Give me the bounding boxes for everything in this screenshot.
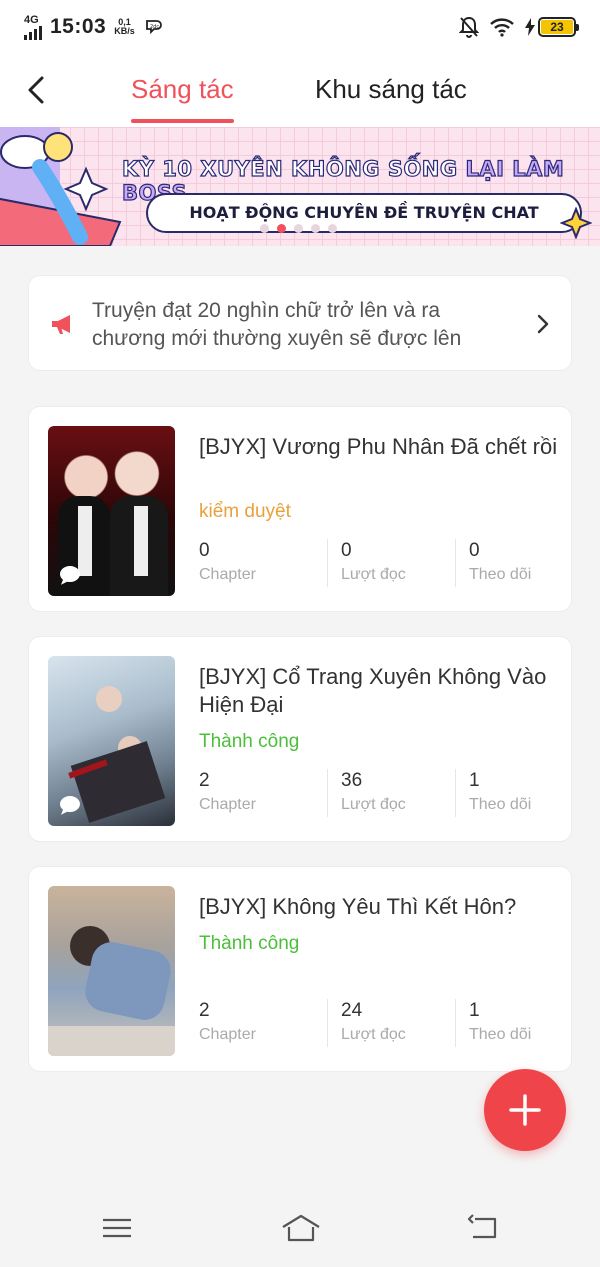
notice-text: Truyện đạt 20 nghìn chữ trở lên và ra ch… (92, 299, 462, 350)
banner-dot[interactable] (294, 224, 303, 233)
clock: 15:03 (50, 15, 107, 38)
network-type: 4G (24, 13, 39, 26)
follow-label: Theo dõi (469, 566, 532, 583)
megaphone-icon (52, 315, 70, 334)
tab-khu-sang-tac[interactable]: Khu sáng tác (315, 74, 467, 105)
story-stats: 0 Chapter 0 Lượt đọc 0 Theo dõi (199, 539, 583, 587)
story-stats: 2 Chapter 36 Lượt đọc 1 Theo dõi (199, 769, 583, 817)
tab-active-indicator (131, 119, 234, 123)
tab-sang-tac[interactable]: Sáng tác (131, 74, 234, 123)
story-title[interactable]: [BJYX] Vương Phu Nhân Đã chết rồi (199, 433, 559, 461)
banner-dot-active[interactable] (277, 224, 286, 233)
story-title[interactable]: [BJYX] Cổ Trang Xuyên Không Vào Hiện Đại (199, 663, 559, 719)
follow-count: 0 (469, 540, 480, 561)
banner-mascot-illustration (0, 127, 122, 246)
banner-dot[interactable] (260, 224, 269, 233)
chapter-count: 2 (199, 1000, 210, 1021)
read-label: Lượt đọc (341, 796, 406, 813)
plus-icon (509, 1094, 541, 1126)
read-label: Lượt đọc (341, 566, 406, 583)
chapter-count: 0 (199, 540, 210, 561)
network-speed: 0,1 KB/s (114, 17, 135, 36)
story-title[interactable]: [BJYX] Không Yêu Thì Kết Hôn? (199, 893, 559, 921)
story-card[interactable]: [BJYX] Cổ Trang Xuyên Không Vào Hiện Đại… (28, 636, 572, 842)
add-story-button[interactable] (484, 1069, 566, 1151)
follow-label: Theo dõi (469, 1026, 532, 1043)
banner-dot[interactable] (328, 224, 337, 233)
back-nav-icon[interactable] (465, 1213, 501, 1243)
story-card[interactable]: [BJYX] Vương Phu Nhân Đã chết rồi kiểm d… (28, 406, 572, 612)
read-count: 0 (341, 540, 352, 561)
read-label: Lượt đọc (341, 1026, 406, 1043)
banner-dot[interactable] (311, 224, 320, 233)
story-cover-image[interactable] (48, 656, 175, 826)
banner-pagination (260, 224, 337, 233)
story-cover-image[interactable] (48, 426, 175, 596)
wifi-icon (490, 18, 514, 37)
follow-count: 1 (469, 1000, 480, 1021)
story-status: kiểm duyệt (199, 501, 291, 522)
app-notification-icon: 2dc (145, 20, 162, 35)
story-stats: 2 Chapter 24 Lượt đọc 1 Theo dõi (199, 999, 583, 1047)
follow-label: Theo dõi (469, 796, 532, 813)
system-nav-bar (0, 1195, 600, 1267)
notice-card[interactable]: Truyện đạt 20 nghìn chữ trở lên và ra ch… (28, 275, 572, 371)
read-count: 24 (341, 1000, 363, 1021)
battery-level: 23 (541, 20, 573, 34)
banner-subtitle: HOẠT ĐỘNG CHUYÊN ĐỀ TRUYỆN CHAT (146, 193, 582, 233)
read-count: 36 (341, 770, 363, 791)
signal-icon (24, 25, 42, 40)
chat-bubble-icon (60, 796, 80, 815)
chapter-label: Chapter (199, 1026, 256, 1043)
chevron-right-icon[interactable] (535, 312, 551, 336)
promo-banner[interactable]: KỲ 10 XUYÊN KHÔNG SỐNG LẠI LÀM BOSS HOẠT… (0, 127, 600, 246)
mute-bell-icon (459, 16, 479, 38)
status-bar: 4G 15:03 0,1 KB/s 2dc 23 (0, 0, 600, 54)
battery-icon: 23 (538, 17, 579, 37)
story-status: Thành công (199, 933, 300, 954)
chat-bubble-icon (60, 566, 80, 585)
header: Sáng tác Khu sáng tác (0, 54, 600, 127)
story-status: Thành công (199, 731, 300, 752)
svg-text:2dc: 2dc (150, 24, 159, 30)
story-cover-image[interactable] (48, 886, 175, 1056)
home-icon[interactable] (280, 1213, 322, 1243)
chapter-count: 2 (199, 770, 210, 791)
back-arrow-icon[interactable] (22, 70, 52, 110)
charging-icon (525, 18, 535, 36)
chapter-label: Chapter (199, 796, 256, 813)
follow-count: 1 (469, 770, 480, 791)
sparkle-icon (560, 207, 592, 239)
story-card[interactable]: [BJYX] Không Yêu Thì Kết Hôn? Thành công… (28, 866, 572, 1072)
chapter-label: Chapter (199, 566, 256, 583)
menu-icon[interactable] (99, 1213, 135, 1243)
